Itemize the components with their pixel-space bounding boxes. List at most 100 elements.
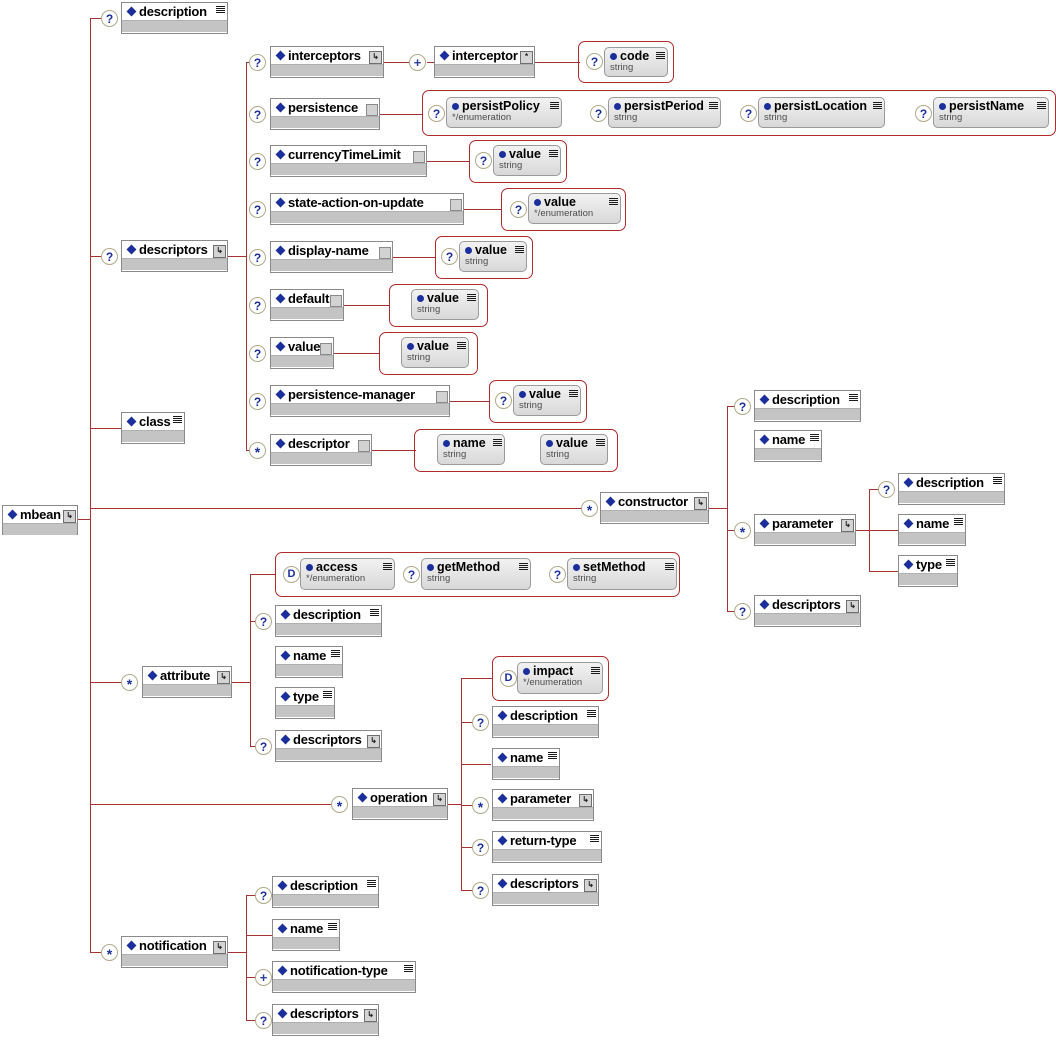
node-footer — [271, 211, 463, 223]
attr-type: */enumeration — [306, 573, 366, 584]
node-label: description — [772, 392, 840, 407]
node-desc-name[interactable]: name string — [437, 434, 505, 465]
node-constructor[interactable]: constructor ↳ — [600, 492, 709, 524]
node-persistLocation[interactable]: persistLocation string — [758, 97, 885, 128]
node-interceptors[interactable]: interceptors ↳ — [270, 46, 384, 78]
connector-descriptor-attrs — [372, 450, 416, 451]
node-op-description[interactable]: description — [492, 706, 599, 738]
node-class[interactable]: class — [121, 412, 185, 444]
node-descriptor[interactable]: descriptor — [270, 434, 372, 466]
occurrence-optional: ? — [475, 152, 492, 169]
node-attr-type[interactable]: type — [275, 687, 335, 719]
node-persistPolicy[interactable]: persistPolicy */enumeration — [446, 97, 562, 128]
node-op-descriptors[interactable]: descriptors ↳ — [492, 874, 599, 906]
node-value[interactable]: value — [270, 337, 334, 369]
attr-type: string — [443, 449, 467, 460]
node-param-description[interactable]: description — [898, 473, 1005, 505]
element-icon — [759, 434, 770, 445]
node-saou-value[interactable]: value */enumeration — [528, 193, 621, 224]
node-def-value[interactable]: value string — [411, 289, 479, 320]
node-getMethod[interactable]: getMethod string — [421, 558, 531, 590]
node-label: descriptors — [290, 1006, 359, 1021]
element-icon — [275, 389, 286, 400]
node-persistName[interactable]: persistName string — [933, 97, 1049, 128]
node-display-name[interactable]: display-name — [270, 241, 393, 273]
node-persistPeriod[interactable]: persistPeriod string — [608, 97, 721, 128]
node-footer — [3, 523, 77, 535]
node-val-value[interactable]: value string — [401, 337, 469, 368]
node-footer — [276, 623, 381, 635]
element-icon — [497, 710, 508, 721]
node-description-root[interactable]: description — [121, 2, 228, 34]
sequence-icon: ↳ — [579, 794, 592, 807]
node-pm-value[interactable]: value string — [513, 385, 581, 416]
node-footer — [122, 430, 184, 442]
occurrence-optional: ? — [510, 201, 527, 218]
attribute-icon — [573, 564, 580, 571]
node-notification-type[interactable]: notification-type — [272, 961, 416, 993]
node-ctl-value[interactable]: value string — [493, 145, 561, 176]
node-interceptor[interactable]: interceptor * — [434, 46, 535, 78]
node-op-parameter[interactable]: parameter ↳ — [492, 789, 594, 821]
attribute-icon — [427, 564, 434, 571]
text-content-icon — [383, 563, 392, 571]
connector-operation-out — [448, 804, 462, 805]
node-attr-description[interactable]: description — [275, 605, 382, 637]
node-ctor-parameter[interactable]: parameter ↳ — [754, 514, 856, 546]
attribute-icon — [519, 391, 526, 398]
node-footer — [493, 807, 593, 819]
sequence-icon: ↳ — [841, 519, 854, 532]
node-op-return-type[interactable]: return-type — [492, 831, 602, 863]
node-attr-name[interactable]: name — [275, 646, 343, 678]
node-impact[interactable]: impact */enumeration — [517, 662, 603, 694]
node-label: type — [293, 689, 319, 704]
node-persistence-manager[interactable]: persistence-manager — [270, 385, 450, 417]
node-notif-descriptors[interactable]: descriptors ↳ — [272, 1004, 379, 1036]
node-op-name[interactable]: name — [492, 748, 560, 780]
element-icon — [126, 416, 137, 427]
sequence-icon: ↳ — [63, 510, 76, 523]
node-operation[interactable]: operation ↳ — [352, 788, 448, 820]
node-param-type[interactable]: type — [898, 555, 958, 587]
sequence-icon: ↳ — [217, 671, 230, 684]
node-footer — [271, 163, 426, 175]
node-notification[interactable]: notification ↳ — [121, 936, 228, 968]
text-content-icon — [328, 923, 337, 934]
node-dn-value[interactable]: value string — [459, 241, 527, 272]
node-code[interactable]: code string — [604, 47, 668, 77]
attribute-icon — [443, 440, 450, 447]
node-param-name[interactable]: name — [898, 514, 966, 546]
node-ctor-description[interactable]: description — [754, 390, 861, 422]
node-default[interactable]: default — [270, 289, 344, 321]
node-attr-descriptors[interactable]: descriptors ↳ — [275, 730, 382, 762]
node-descriptors-root[interactable]: descriptors ↳ — [121, 240, 228, 272]
node-attribute[interactable]: attribute ↳ — [142, 666, 232, 698]
empty-content-icon — [379, 247, 391, 259]
text-content-icon — [596, 439, 605, 447]
node-desc-value[interactable]: value string — [540, 434, 608, 465]
node-label: notification-type — [290, 963, 388, 978]
node-label: operation — [370, 790, 428, 805]
attr-label: code — [610, 49, 653, 63]
node-label: value — [288, 339, 321, 354]
text-content-icon — [1037, 102, 1046, 110]
node-mbean[interactable]: mbean ↳ — [2, 505, 78, 535]
element-icon — [277, 1008, 288, 1019]
node-notif-name[interactable]: name — [272, 919, 340, 951]
node-state-action-on-update[interactable]: state-action-on-update — [270, 193, 464, 225]
node-label: description — [916, 475, 984, 490]
node-access[interactable]: access */enumeration — [300, 558, 395, 590]
node-footer — [276, 664, 342, 676]
occurrence-repeating: * — [331, 796, 348, 814]
occurrence-optional: ? — [549, 566, 566, 583]
node-ctor-name[interactable]: name — [754, 430, 822, 462]
node-persistence[interactable]: persistence — [270, 98, 380, 130]
node-label: name — [772, 432, 806, 447]
node-ctor-descriptors[interactable]: descriptors ↳ — [754, 595, 861, 627]
node-currencyTimeLimit[interactable]: currencyTimeLimit — [270, 145, 427, 177]
attr-label: value — [499, 147, 546, 161]
node-footer — [493, 849, 601, 861]
node-setMethod[interactable]: setMethod string — [567, 558, 677, 590]
node-label: default — [288, 291, 330, 306]
node-notif-description[interactable]: description — [272, 876, 379, 908]
